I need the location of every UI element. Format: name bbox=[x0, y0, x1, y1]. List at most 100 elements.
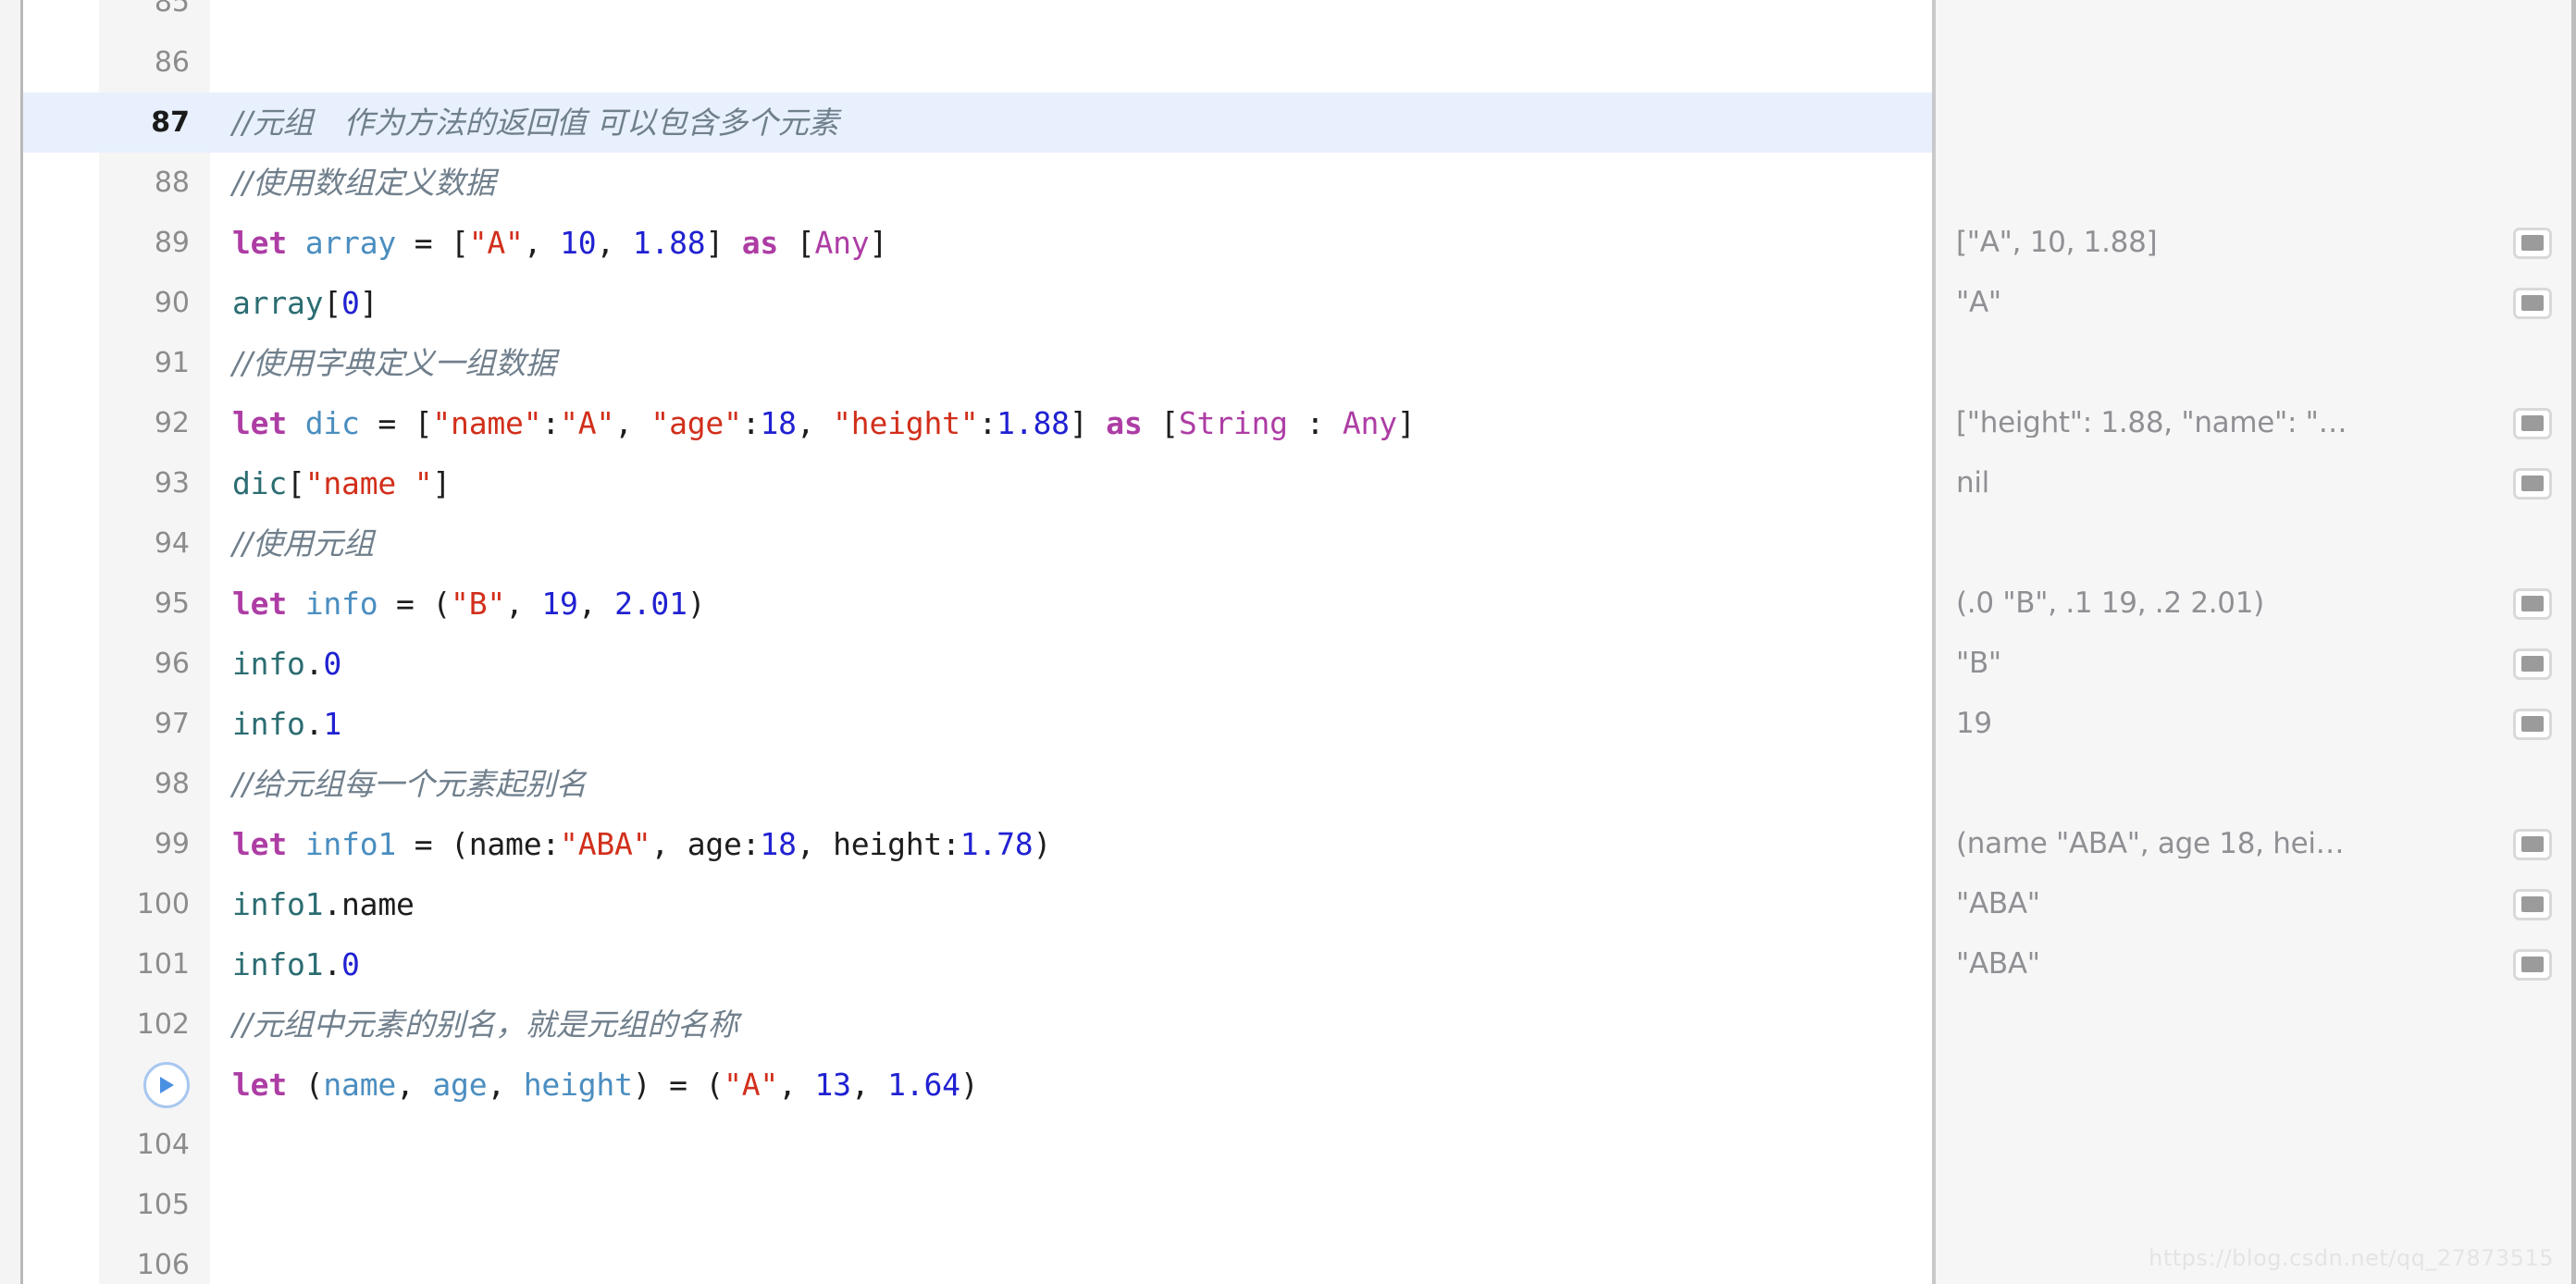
code-line[interactable]: 99 let info1 = (name:"ABA", age:18, heigh… bbox=[23, 814, 1932, 874]
result-row bbox=[1936, 1175, 2576, 1235]
code-line[interactable]: 95 let info = ("B", 19, 2.01) bbox=[23, 574, 1932, 634]
result-row[interactable]: "B" bbox=[1936, 634, 2576, 694]
code-line[interactable]: let (name, age, height) = ("A", 13, 1.64… bbox=[23, 1055, 1932, 1115]
result-row[interactable]: "ABA" bbox=[1936, 934, 2576, 994]
line-number: 88 bbox=[154, 166, 190, 199]
code-token: 18 bbox=[760, 405, 797, 441]
code-token: 1.78 bbox=[960, 826, 1034, 862]
code-token: String bbox=[1178, 405, 1288, 441]
code-token: ] bbox=[1396, 405, 1416, 441]
code-token: ] bbox=[359, 285, 378, 321]
code-line[interactable]: 100 info1.name bbox=[23, 874, 1932, 934]
playground-window: 85 86 87 //元组 作为方法的返回值 可以包含多个元素 88 //使用数组定义数据… bbox=[0, 0, 2576, 1284]
code-text[interactable]: let info1 = (name:"ABA", age:18, height:… bbox=[210, 829, 1932, 859]
code-line[interactable]: 104 bbox=[23, 1115, 1932, 1175]
code-token: [ bbox=[287, 465, 305, 501]
quick-look-icon[interactable] bbox=[2513, 287, 2552, 319]
code-line[interactable]: 101 info1.0 bbox=[23, 934, 1932, 994]
code-text[interactable]: //使用字典定义一组数据 bbox=[210, 348, 1932, 378]
quick-look-icon[interactable] bbox=[2513, 467, 2552, 500]
result-row bbox=[1936, 754, 2576, 814]
quick-look-icon[interactable] bbox=[2513, 227, 2552, 259]
line-number-gutter: 98 bbox=[23, 754, 210, 814]
quick-look-icon[interactable] bbox=[2513, 587, 2552, 620]
code-text[interactable]: let dic = ["name":"A", "age":18, "height… bbox=[210, 408, 1932, 438]
code-token: as bbox=[741, 225, 779, 261]
code-text[interactable]: info.0 bbox=[210, 648, 1932, 679]
play-icon[interactable] bbox=[143, 1061, 190, 1108]
code-token: , bbox=[850, 1067, 888, 1103]
quick-look-icon[interactable] bbox=[2513, 828, 2552, 860]
code-line[interactable]: 88 //使用数组定义数据 bbox=[23, 153, 1932, 213]
result-row[interactable]: "A" bbox=[1936, 273, 2576, 333]
code-text[interactable]: array[0] bbox=[210, 288, 1932, 318]
code-line[interactable]: 96 info.0 bbox=[23, 634, 1932, 694]
line-number: 90 bbox=[154, 286, 190, 319]
code-token: 10 bbox=[560, 225, 597, 261]
code-line[interactable]: 97 info.1 bbox=[23, 694, 1932, 754]
result-row[interactable]: nil bbox=[1936, 453, 2576, 513]
line-number: 96 bbox=[154, 647, 190, 680]
code-token: , age: bbox=[650, 826, 761, 862]
quick-look-icon[interactable] bbox=[2513, 407, 2552, 439]
code-text[interactable]: let (name, age, height) = ("A", 13, 1.64… bbox=[210, 1069, 1932, 1100]
result-row[interactable]: ["height": 1.88, "name": "… bbox=[1936, 393, 2576, 453]
code-line[interactable]: 86 bbox=[23, 32, 1932, 93]
quick-look-icon[interactable] bbox=[2513, 648, 2552, 680]
code-text[interactable]: //给元组每一个元素起别名 bbox=[210, 769, 1932, 799]
vertical-scrollbar[interactable] bbox=[2571, 0, 2576, 1284]
code-token: , bbox=[796, 405, 834, 441]
result-row[interactable]: "ABA" bbox=[1936, 874, 2576, 934]
result-row bbox=[1936, 513, 2576, 574]
code-token: array bbox=[232, 285, 324, 321]
code-text[interactable]: let info = ("B", 19, 2.01) bbox=[210, 588, 1932, 619]
code-token: . bbox=[304, 706, 324, 742]
code-text[interactable]: let array = ["A", 10, 1.88] as [Any] bbox=[210, 228, 1932, 258]
code-token: = (name: bbox=[396, 826, 561, 862]
code-text[interactable]: info.1 bbox=[210, 709, 1932, 739]
run-line-gutter[interactable] bbox=[23, 1055, 210, 1115]
code-token: "height" bbox=[833, 405, 979, 441]
code-line[interactable]: 98 //给元组每一个元素起别名 bbox=[23, 754, 1932, 814]
code-line[interactable]: 92 let dic = ["name":"A", "age":18, "heig… bbox=[23, 393, 1932, 453]
code-token: 1.88 bbox=[632, 225, 706, 261]
code-text[interactable]: //使用数组定义数据 bbox=[210, 167, 1932, 198]
code-line[interactable]: 87 //元组 作为方法的返回值 可以包含多个元素 bbox=[23, 93, 1932, 153]
quick-look-icon[interactable] bbox=[2513, 708, 2552, 740]
code-token: //使用字典定义一组数据 bbox=[232, 345, 556, 381]
result-row[interactable]: ["A", 10, 1.88] bbox=[1936, 213, 2576, 273]
line-number-gutter: 89 bbox=[23, 213, 210, 273]
quick-look-icon[interactable] bbox=[2513, 888, 2552, 920]
code-line[interactable]: 106 bbox=[23, 1235, 1932, 1284]
code-line[interactable]: 93 dic["name "] bbox=[23, 453, 1932, 513]
code-token: as bbox=[1106, 405, 1143, 441]
code-line[interactable]: 91 //使用字典定义一组数据 bbox=[23, 333, 1932, 393]
code-line[interactable]: 89 let array = ["A", 10, 1.88] as [Any] bbox=[23, 213, 1932, 273]
result-row[interactable]: (name "ABA", age 18, hei… bbox=[1936, 814, 2576, 874]
code-line-list: 85 86 87 //元组 作为方法的返回值 可以包含多个元素 88 //使用数组定义数据… bbox=[23, 0, 1932, 1284]
result-row[interactable]: (.0 "B", .1 19, .2 2.01) bbox=[1936, 574, 2576, 634]
code-text[interactable]: dic["name "] bbox=[210, 468, 1932, 499]
code-text[interactable]: //使用元组 bbox=[210, 528, 1932, 559]
code-token: let bbox=[232, 826, 288, 862]
code-token: 2.01 bbox=[614, 586, 687, 622]
code-line[interactable]: 102 //元组中元素的别名，就是元组的名称 bbox=[23, 994, 1932, 1055]
code-text[interactable]: //元组中元素的别名，就是元组的名称 bbox=[210, 1009, 1932, 1040]
code-line[interactable]: 94 //使用元组 bbox=[23, 513, 1932, 574]
code-text[interactable]: info1.name bbox=[210, 889, 1932, 920]
code-line[interactable]: 85 bbox=[23, 0, 1932, 32]
code-line[interactable]: 105 bbox=[23, 1175, 1932, 1235]
code-text[interactable]: info1.0 bbox=[210, 949, 1932, 980]
result-row bbox=[1936, 32, 2576, 93]
code-text[interactable]: //元组 作为方法的返回值 可以包含多个元素 bbox=[210, 107, 1932, 138]
line-number-gutter: 102 bbox=[23, 994, 210, 1055]
quick-look-icon[interactable] bbox=[2513, 948, 2552, 981]
code-editor[interactable]: 85 86 87 //元组 作为方法的返回值 可以包含多个元素 88 //使用数组定义数据… bbox=[23, 0, 1932, 1284]
result-value: nil bbox=[1956, 469, 1989, 498]
code-token: height bbox=[523, 1067, 633, 1103]
code-line[interactable]: 90 array[0] bbox=[23, 273, 1932, 333]
line-number: 100 bbox=[136, 887, 190, 920]
line-number: 106 bbox=[136, 1248, 190, 1281]
result-row[interactable]: 19 bbox=[1936, 694, 2576, 754]
